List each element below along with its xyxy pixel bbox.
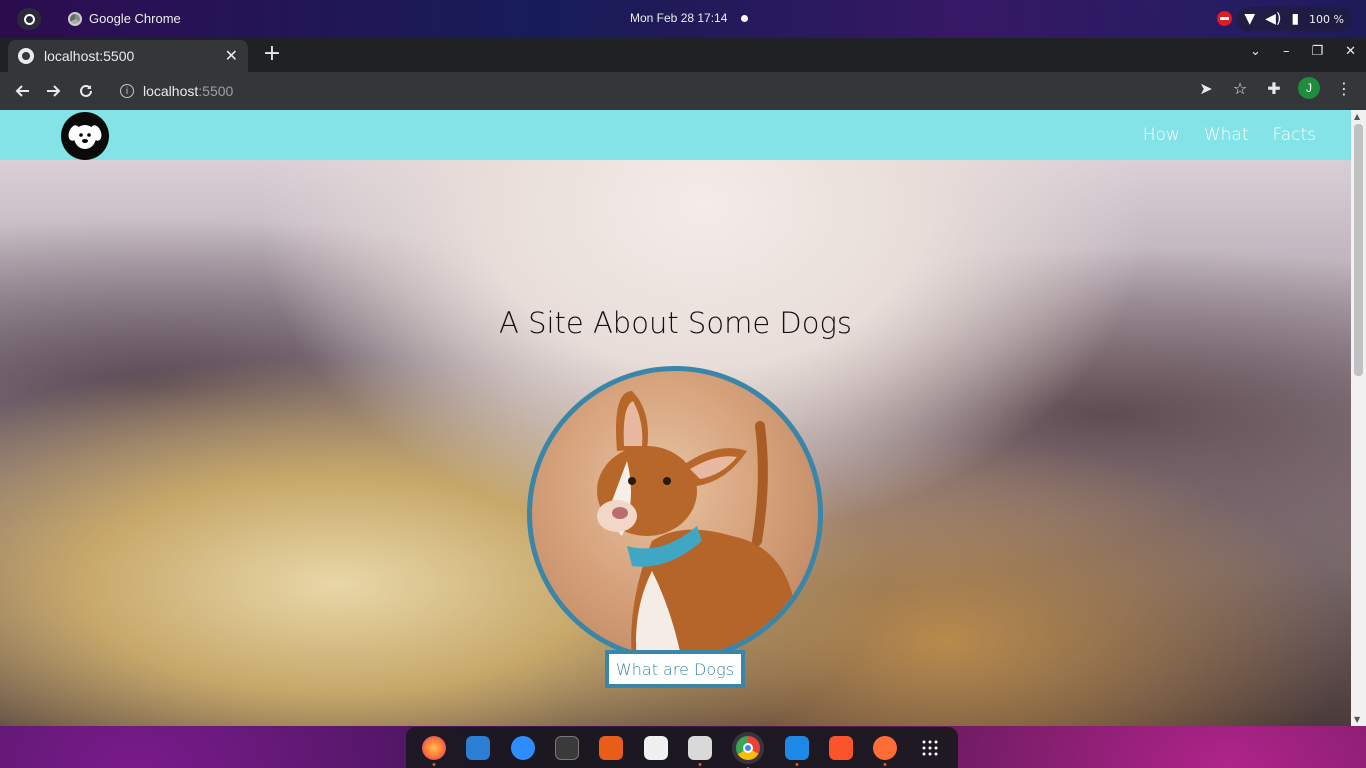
tab-search-icon[interactable]: ⌄ <box>1250 44 1261 59</box>
impress-icon[interactable] <box>599 735 624 760</box>
url-host: localhost <box>143 83 199 99</box>
postman-icon[interactable] <box>873 735 898 766</box>
site-info-icon[interactable]: i <box>120 84 134 98</box>
activities-icon <box>23 13 35 25</box>
globe-icon <box>18 48 34 64</box>
close-window-icon[interactable]: ✕ <box>1345 44 1356 59</box>
dog-face-icon <box>68 125 102 149</box>
battery-label: 100 % <box>1309 12 1344 26</box>
files-icon[interactable] <box>688 735 713 766</box>
volume-icon: ◀) <box>1265 11 1282 27</box>
reload-icon <box>80 84 92 97</box>
activities-button[interactable] <box>17 8 41 30</box>
firefox-icon[interactable] <box>422 735 447 766</box>
dock <box>406 727 958 768</box>
clock[interactable]: Mon Feb 28 17:14 <box>630 11 749 25</box>
dog-logo-icon[interactable] <box>61 112 109 160</box>
forward-button[interactable] <box>38 75 70 107</box>
arrow-left-icon <box>15 85 29 97</box>
tab-localhost[interactable]: localhost:5500 ✕ <box>8 40 248 72</box>
toolbar-actions: ➤ ☆ ✚ J ⋮ <box>1196 77 1354 99</box>
profile-avatar[interactable]: J <box>1298 77 1320 99</box>
nav-link-facts[interactable]: Facts <box>1272 125 1316 145</box>
chrome-dock-item[interactable] <box>732 731 765 768</box>
chrome-icon <box>736 735 761 760</box>
clock-label: Mon Feb 28 17:14 <box>630 11 728 25</box>
reload-button[interactable] <box>70 75 102 107</box>
what-are-dogs-button[interactable]: What are Dogs <box>605 650 745 688</box>
dog-illustration <box>597 391 800 657</box>
bookmark-star-icon[interactable]: ☆ <box>1230 79 1250 98</box>
postman-running-indicator <box>883 762 887 766</box>
files-running-indicator <box>698 762 702 766</box>
terminal-icon[interactable] <box>555 735 580 760</box>
scroll-down-icon[interactable]: ▼ <box>1354 715 1360 724</box>
hero-title: A Site About Some Dogs <box>499 306 852 340</box>
brave-icon[interactable] <box>829 735 854 760</box>
system-top-bar: Google Chrome Mon Feb 28 17:14 ▼ ◀) ▮ 10… <box>0 0 1366 38</box>
close-tab-icon[interactable]: ✕ <box>225 46 238 66</box>
battery-icon: ▮ <box>1291 11 1300 27</box>
back-button[interactable] <box>6 75 38 107</box>
document-viewer-icon[interactable] <box>643 735 668 760</box>
page-viewport: How What Facts A Site About Some Dogs Wh… <box>0 110 1366 726</box>
browser-window: localhost:5500 ✕ + ⌄ – ❐ ✕ i localhost:5… <box>0 38 1366 726</box>
scroll-up-icon[interactable]: ▲ <box>1354 112 1360 121</box>
firefox-running-indicator <box>432 762 436 766</box>
app-menu[interactable]: Google Chrome <box>68 11 181 26</box>
browser-toolbar: i localhost:5500 ➤ ☆ ✚ J ⋮ <box>0 72 1366 110</box>
window-controls: ⌄ – ❐ ✕ <box>1250 44 1356 59</box>
maximize-icon[interactable]: ❐ <box>1311 44 1323 59</box>
notification-dot-icon <box>741 14 749 22</box>
zoom-icon[interactable] <box>510 735 535 760</box>
writer-icon[interactable] <box>466 735 491 760</box>
app-grid-icon[interactable] <box>918 736 942 760</box>
extensions-icon[interactable]: ✚ <box>1264 79 1284 98</box>
dog-photo <box>527 366 823 662</box>
app-menu-label: Google Chrome <box>89 11 181 26</box>
system-tray[interactable]: ▼ ◀) ▮ 100 % <box>1236 7 1352 31</box>
tab-title: localhost:5500 <box>44 48 135 64</box>
page-scrollbar[interactable]: ▲ ▼ <box>1351 110 1366 726</box>
do-not-disturb-icon[interactable] <box>1217 11 1232 26</box>
scrollbar-thumb[interactable] <box>1354 124 1363 376</box>
grid-dots-icon <box>922 740 938 755</box>
menu-kebab-icon[interactable]: ⋮ <box>1334 79 1354 98</box>
minimize-icon[interactable]: – <box>1283 44 1290 59</box>
arrow-right-icon <box>47 85 61 97</box>
new-tab-button[interactable]: + <box>260 43 284 65</box>
tab-strip: localhost:5500 ✕ + ⌄ – ❐ ✕ <box>0 38 1366 72</box>
chrome-small-icon <box>68 11 82 26</box>
vscode-running-indicator <box>795 762 799 766</box>
address-bar[interactable]: i localhost:5500 <box>112 76 1187 106</box>
site-navbar: How What Facts <box>0 110 1351 160</box>
url-port: :5500 <box>198 83 234 99</box>
hero-section: A Site About Some Dogs What are Dogs <box>0 160 1351 726</box>
nav-link-what[interactable]: What <box>1204 125 1249 145</box>
send-icon[interactable]: ➤ <box>1196 79 1216 98</box>
nav-link-how[interactable]: How <box>1143 125 1180 145</box>
wifi-icon: ▼ <box>1244 11 1256 27</box>
vscode-icon[interactable] <box>784 735 809 766</box>
site-nav-links: How What Facts <box>1143 125 1316 145</box>
